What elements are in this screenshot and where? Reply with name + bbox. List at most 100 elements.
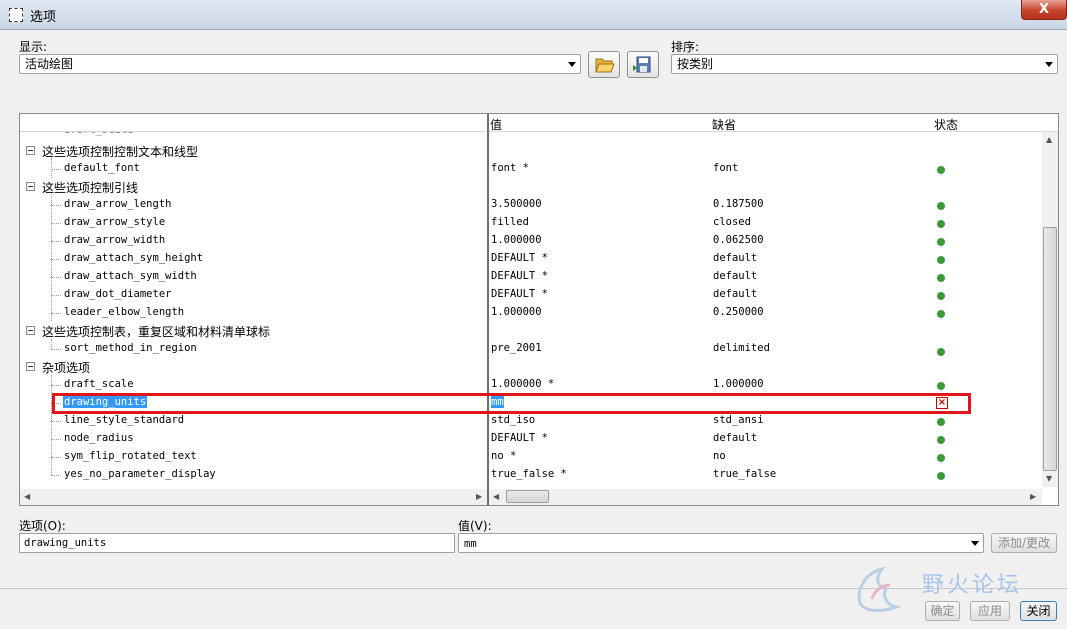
option-value: DEFAULT * <box>491 270 548 282</box>
show-dropdown[interactable]: 活动绘图 <box>19 54 581 74</box>
open-config-button[interactable] <box>588 51 620 78</box>
option-name: draft_scale <box>64 378 134 390</box>
option-name: line_style_standard <box>64 414 185 426</box>
sort-dropdown[interactable]: 按类别 <box>671 54 1058 74</box>
table-row[interactable]: node_radius DEFAULT * default <box>20 430 1042 448</box>
column-header-default[interactable]: 缺省 <box>712 116 736 133</box>
scroll-left-icon[interactable]: ◀ <box>493 492 499 501</box>
option-value: DEFAULT * <box>491 252 548 264</box>
value-dropdown[interactable]: mm <box>458 533 984 553</box>
option-default: 1.000000 <box>713 378 764 390</box>
table-row[interactable]: default_font font * font <box>20 160 1042 178</box>
table-row[interactable]: sort_method_in_region pre_2001 delimited <box>20 340 1042 358</box>
table-row-partial: draft_scale <box>20 132 1042 138</box>
status-ok-icon <box>937 220 945 228</box>
flame-logo-icon <box>857 566 902 612</box>
sort-dropdown-value: 按类别 <box>677 57 714 71</box>
table-row[interactable]: draw_arrow_width 1.000000 0.062500 <box>20 232 1042 250</box>
status-ok-icon <box>937 382 945 390</box>
option-value: pre_2001 <box>491 342 542 354</box>
option-name: sort_method_in_region <box>64 342 197 354</box>
table-row[interactable]: draw_arrow_length 3.500000 0.187500 <box>20 196 1042 214</box>
scroll-up-icon[interactable]: ▲ <box>1046 135 1052 144</box>
scroll-thumb[interactable] <box>506 490 549 503</box>
window-close-button[interactable]: X <box>1021 0 1067 20</box>
horizontal-scrollbar-right[interactable]: ◀ ▶ <box>489 489 1042 505</box>
table-row[interactable]: leader_elbow_length 1.000000 0.250000 <box>20 304 1042 322</box>
category-label: 这些选项控制控制文本和线型 <box>42 145 199 159</box>
option-name: default_font <box>64 162 140 174</box>
table-row[interactable]: line_style_standard std_iso std_ansi <box>20 412 1042 430</box>
option-default: font <box>713 162 739 174</box>
category-row[interactable]: 这些选项控制控制文本和线型 <box>20 142 1042 160</box>
collapse-toggle-icon[interactable] <box>26 326 35 335</box>
scroll-right-icon[interactable]: ▶ <box>476 492 482 501</box>
apply-button[interactable]: 应用 <box>970 601 1010 621</box>
option-default: default <box>713 288 758 300</box>
option-name: draw_arrow_width <box>64 234 166 246</box>
status-ok-icon <box>937 166 945 174</box>
option-name: node_radius <box>64 432 134 444</box>
category-label: 这些选项控制表，重复区域和材料清单球标 <box>42 325 271 339</box>
status-ok-icon <box>937 292 945 300</box>
scroll-thumb[interactable] <box>1043 227 1057 471</box>
table-row[interactable]: draft_scale 1.000000 * 1.000000 <box>20 376 1042 394</box>
option-value: true_false * <box>491 468 567 480</box>
category-row[interactable]: 这些选项控制表，重复区域和材料清单球标 <box>20 322 1042 340</box>
add-change-button[interactable]: 添加/更改 <box>991 533 1057 553</box>
status-ok-icon <box>937 274 945 282</box>
collapse-toggle-icon[interactable] <box>26 146 35 155</box>
column-header-value[interactable]: 值 <box>490 116 502 133</box>
close-button[interactable]: 关闭 <box>1020 601 1057 621</box>
option-default: true_false <box>713 468 777 480</box>
options-table[interactable]: 值 缺省 状态 draft_scale 这些选项控制控制文本和线型 defaul… <box>19 113 1059 506</box>
option-input[interactable]: drawing_units <box>19 533 455 553</box>
show-label: 显示: <box>19 40 48 54</box>
collapse-toggle-icon[interactable] <box>26 182 35 191</box>
collapse-toggle-icon[interactable] <box>26 362 35 371</box>
column-header-status[interactable]: 状态 <box>934 116 958 133</box>
scroll-right-icon[interactable]: ▶ <box>1030 492 1036 501</box>
highlight-annotation <box>52 393 971 414</box>
option-name: draw_dot_diameter <box>64 288 172 300</box>
scroll-left-icon[interactable]: ◀ <box>24 492 30 501</box>
option-default: default <box>713 252 758 264</box>
horizontal-scrollbar-left[interactable]: ◀ ▶ <box>20 489 487 505</box>
option-value: filled <box>491 216 529 228</box>
vertical-scrollbar[interactable]: ▲ ▼ <box>1042 132 1058 487</box>
option-value: 1.000000 <box>491 306 542 318</box>
window-icon <box>9 8 23 22</box>
table-row[interactable]: draw_arrow_style filled closed <box>20 214 1042 232</box>
option-value: DEFAULT * <box>491 432 548 444</box>
category-label: 杂项选项 <box>42 361 91 375</box>
column-divider[interactable] <box>487 114 489 505</box>
table-row[interactable]: draw_dot_diameter DEFAULT * default <box>20 286 1042 304</box>
option-value: 1.000000 * <box>491 378 555 390</box>
category-row[interactable]: 这些选项控制引线 <box>20 178 1042 196</box>
table-row[interactable]: yes_no_parameter_display true_false * tr… <box>20 466 1042 484</box>
option-name: sym_flip_rotated_text <box>64 450 197 462</box>
option-default: 0.062500 <box>713 234 764 246</box>
category-row[interactable]: 杂项选项 <box>20 358 1042 376</box>
watermark-text: 野火论坛 <box>922 573 1023 598</box>
scroll-down-icon[interactable]: ▼ <box>1046 474 1052 483</box>
option-value: std_iso <box>491 414 536 426</box>
table-header: 值 缺省 状态 <box>20 114 1058 132</box>
status-ok-icon <box>937 348 945 356</box>
option-default: delimited <box>713 342 770 354</box>
value-dropdown-value: mm <box>464 538 477 550</box>
option-name: leader_elbow_length <box>64 306 185 318</box>
save-config-button[interactable] <box>627 51 659 78</box>
status-ok-icon <box>937 256 945 264</box>
option-name: draw_attach_sym_height <box>64 252 204 264</box>
table-row[interactable]: draw_attach_sym_height DEFAULT * default <box>20 250 1042 268</box>
ok-button[interactable]: 确定 <box>925 601 960 621</box>
status-ok-icon <box>937 310 945 318</box>
table-row[interactable]: draw_attach_sym_width DEFAULT * default <box>20 268 1042 286</box>
show-dropdown-value: 活动绘图 <box>25 57 74 71</box>
option-value: DEFAULT * <box>491 288 548 300</box>
option-name: draw_attach_sym_width <box>64 270 197 282</box>
table-row[interactable]: sym_flip_rotated_text no * no <box>20 448 1042 466</box>
status-ok-icon <box>937 202 945 210</box>
status-ok-icon <box>937 472 945 480</box>
